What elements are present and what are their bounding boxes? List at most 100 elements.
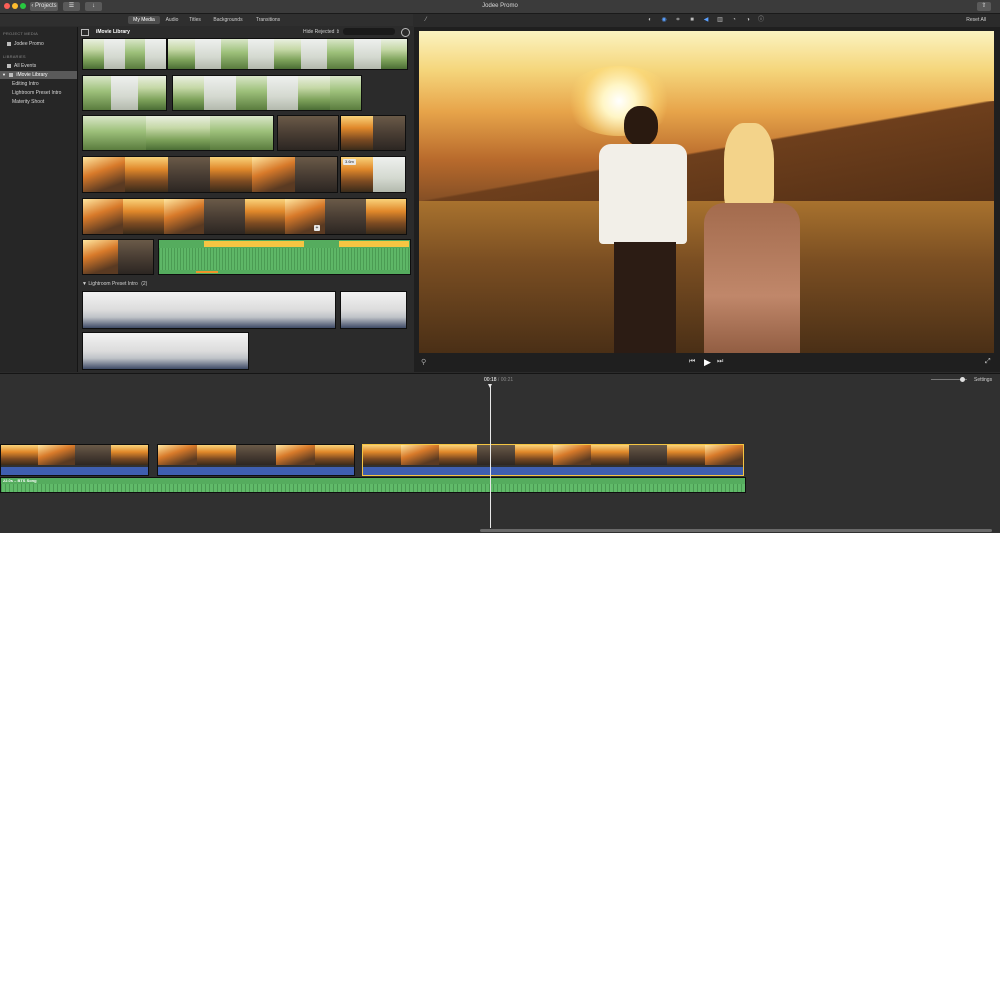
timeline-clip[interactable] bbox=[0, 444, 149, 476]
media-clip[interactable] bbox=[167, 38, 408, 70]
imovie-window: ‹ Projects ☰ ↓ Jodee Promo ⇧ My Media Au… bbox=[0, 0, 1000, 533]
media-browser-title: iMovie Library bbox=[96, 29, 130, 35]
calendar-icon bbox=[7, 63, 11, 68]
info-icon[interactable]: ⓘ bbox=[757, 16, 765, 24]
color-correction-icon[interactable]: ◉ bbox=[660, 16, 668, 24]
filter-dropdown-label: Hide Rejected bbox=[303, 29, 335, 35]
tab-backgrounds[interactable]: Backgrounds bbox=[211, 16, 245, 24]
volume-icon[interactable]: ◀ bbox=[702, 16, 710, 24]
voiceover-mic-icon[interactable]: ⚲ bbox=[421, 358, 426, 366]
audio-waveform bbox=[1, 484, 745, 492]
libraries-heading: LIBRARIES bbox=[3, 54, 26, 59]
media-clip[interactable] bbox=[82, 291, 336, 329]
media-clip[interactable] bbox=[82, 75, 167, 111]
tab-my-media[interactable]: My Media bbox=[128, 16, 160, 24]
sidebar-item-all-events[interactable]: All Events bbox=[0, 62, 77, 70]
man-figure bbox=[584, 106, 702, 353]
total-time: 00:21 bbox=[500, 377, 514, 383]
libraries-sidebar: PROJECT MEDIA Jodee Promo LIBRARIES All … bbox=[0, 27, 78, 372]
media-clip[interactable] bbox=[82, 115, 274, 151]
sidebar-toggle-icon[interactable] bbox=[81, 29, 89, 36]
noise-reduction-icon[interactable]: ◑ bbox=[744, 16, 752, 24]
timeline-settings-button[interactable]: Settings bbox=[974, 376, 992, 384]
media-clip[interactable] bbox=[82, 156, 338, 193]
sidebar-item-label: All Events bbox=[14, 63, 37, 69]
audio-clip[interactable] bbox=[158, 239, 411, 275]
timecode: 00:18 / 00:21 bbox=[484, 376, 513, 384]
video-preview[interactable] bbox=[419, 31, 994, 353]
timeline-clip-selected[interactable] bbox=[362, 444, 744, 476]
share-icon: ⇧ bbox=[981, 3, 987, 9]
title-bar: ‹ Projects ☰ ↓ Jodee Promo ⇧ bbox=[0, 0, 1000, 14]
sidebar-item-label: Editing Intro bbox=[12, 81, 39, 87]
tab-audio[interactable]: Audio bbox=[163, 16, 181, 24]
sidebar-item-editing-intro[interactable]: Editing Intro bbox=[0, 80, 77, 88]
section-count: (2) bbox=[141, 281, 148, 287]
media-clip[interactable] bbox=[82, 332, 249, 370]
duration-badge: 3.6m bbox=[343, 159, 356, 165]
media-clip[interactable] bbox=[82, 38, 167, 70]
timeline-scrollbar[interactable] bbox=[480, 529, 992, 532]
tab-titles[interactable]: Titles bbox=[186, 16, 204, 24]
time-separator: / bbox=[497, 377, 500, 383]
event-section-header[interactable]: ▼ Lightroom Preset Intro (2) bbox=[82, 280, 147, 288]
audio-peak-bar bbox=[204, 241, 304, 247]
window-title: Jodee Promo bbox=[482, 3, 518, 9]
sidebar-item-label: Materity Shoot bbox=[12, 99, 45, 105]
share-button[interactable]: ⇧ bbox=[977, 2, 991, 11]
disclosure-triangle-icon[interactable]: ▼ bbox=[2, 72, 6, 77]
media-clip[interactable] bbox=[172, 75, 362, 111]
play-icon[interactable]: ▶ bbox=[704, 357, 711, 368]
current-time: 00:18 bbox=[484, 377, 497, 383]
media-browser-header: iMovie Library Hide Rejected ⇕ ⌕ bbox=[78, 27, 413, 43]
stabilization-icon[interactable]: ■ bbox=[688, 16, 696, 24]
sidebar-item-imovie-library[interactable]: ▼ iMovie Library bbox=[0, 71, 77, 79]
media-clip[interactable]: 3.6m bbox=[340, 156, 406, 193]
section-title: Lightroom Preset Intro bbox=[88, 281, 138, 287]
sidebar-item-label: iMovie Library bbox=[16, 72, 48, 78]
chevron-updown-icon: ⇕ bbox=[335, 29, 340, 35]
viewer-panel: ⚲ ⏮ ▶ ⏭ ⤢ bbox=[414, 27, 1000, 372]
fullscreen-icon[interactable]: ⤢ bbox=[985, 358, 991, 366]
speed-icon[interactable]: ◔ bbox=[730, 16, 738, 24]
media-clip[interactable]: + bbox=[82, 198, 407, 235]
sidebar-item-label: Lightroom Preset Intro bbox=[12, 90, 62, 96]
search-input[interactable]: ⌕ bbox=[343, 28, 395, 43]
library-icon bbox=[9, 72, 14, 77]
sidebar-item-materity-shoot[interactable]: Materity Shoot bbox=[0, 98, 77, 106]
crop-icon[interactable]: ⌗ bbox=[674, 16, 682, 24]
playhead-handle[interactable] bbox=[488, 384, 492, 388]
media-browser: iMovie Library Hide Rejected ⇕ ⌕ bbox=[78, 27, 413, 372]
media-clip[interactable] bbox=[277, 115, 339, 151]
woman-figure bbox=[694, 123, 814, 353]
timeline-panel: 00:18 / 00:21 Settings 22.0s – BTS Song bbox=[0, 373, 1000, 533]
skip-forward-icon[interactable]: ⏭ bbox=[717, 358, 723, 366]
media-clip[interactable] bbox=[340, 291, 407, 329]
skip-back-icon[interactable]: ⏮ bbox=[689, 358, 695, 366]
media-clip[interactable] bbox=[82, 239, 154, 275]
sidebar-item-lightroom-preset-intro[interactable]: Lightroom Preset Intro bbox=[0, 89, 77, 97]
reset-all-button[interactable]: Reset All bbox=[966, 16, 986, 24]
audio-waveform bbox=[159, 248, 410, 270]
media-browser-tabs: My Media Audio Titles Backgrounds Transi… bbox=[0, 14, 413, 26]
media-clip[interactable] bbox=[340, 115, 406, 151]
audio-peak-bar bbox=[339, 241, 409, 247]
timeline-clip[interactable] bbox=[157, 444, 355, 476]
add-to-project-badge[interactable]: + bbox=[314, 225, 320, 231]
color-balance-icon[interactable]: ◐ bbox=[646, 16, 654, 24]
filter-dropdown[interactable]: Hide Rejected ⇕ bbox=[303, 28, 340, 36]
zoom-slider[interactable] bbox=[931, 377, 967, 382]
sidebar-item-label: Jodee Promo bbox=[14, 41, 44, 47]
used-range-marker bbox=[196, 271, 218, 273]
project-media-heading: PROJECT MEDIA bbox=[3, 31, 38, 36]
magic-wand-icon[interactable]: ⁄ bbox=[422, 16, 430, 24]
sidebar-item-jodee-promo[interactable]: Jodee Promo bbox=[0, 40, 77, 48]
settings-gear-icon[interactable] bbox=[401, 28, 410, 37]
zoom-slider-thumb[interactable] bbox=[960, 377, 965, 382]
viewer-toolbar: ⁄ ◐ ◉ ⌗ ■ ◀ ▥ ◔ ◑ ⓘ Reset All bbox=[414, 14, 1000, 26]
tab-transitions[interactable]: Transitions bbox=[252, 16, 284, 24]
equalizer-icon[interactable]: ▥ bbox=[716, 16, 724, 24]
playhead[interactable] bbox=[488, 384, 492, 528]
film-icon bbox=[7, 41, 11, 46]
music-track[interactable]: 22.0s – BTS Song bbox=[0, 477, 746, 493]
